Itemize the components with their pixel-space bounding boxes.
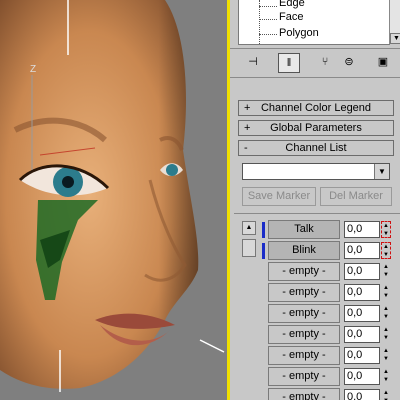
- channel-name-button[interactable]: - empty -: [268, 304, 340, 323]
- pin-icon[interactable]: ⊣: [242, 53, 264, 73]
- tree-connector: [259, 34, 277, 35]
- spinner-down-icon[interactable]: ▼: [381, 292, 391, 300]
- spinner-down-icon[interactable]: ▼: [381, 271, 391, 279]
- expand-icon: +: [244, 102, 251, 114]
- scroll-down-icon[interactable]: ▼: [390, 33, 400, 44]
- channel-row: - empty -0,0▲▼: [260, 367, 400, 387]
- spinner-down-icon[interactable]: ▼: [382, 230, 390, 238]
- rollout-channel-color-legend[interactable]: + Channel Color Legend: [238, 100, 394, 116]
- tree-item-face[interactable]: Face: [279, 11, 303, 23]
- z-axis-label: Z: [30, 64, 37, 75]
- utility-icon[interactable]: ⊜: [338, 53, 360, 73]
- channel-value-field[interactable]: 0,0: [344, 326, 380, 343]
- spinner-up-icon[interactable]: ▲: [381, 368, 391, 376]
- chevron-down-icon[interactable]: ▼: [374, 164, 389, 179]
- channel-spinner[interactable]: ▲▼: [381, 326, 391, 343]
- channel-row: - empty -0,0▲▼: [260, 262, 400, 282]
- channel-active-marker: [262, 222, 265, 238]
- divider: [234, 213, 400, 214]
- channel-spinner[interactable]: ▲▼: [381, 221, 391, 238]
- spinner-up-icon[interactable]: ▲: [382, 222, 390, 230]
- spinner-down-icon[interactable]: ▼: [381, 313, 391, 321]
- channel-value-field[interactable]: 0,0: [344, 284, 380, 301]
- command-panel: Edge Face Polygon ▼ ⊣ ‖ ⑂ ⊜ ▣ + Channel …: [230, 0, 400, 400]
- del-marker-button[interactable]: Del Marker: [320, 187, 392, 206]
- spinner-up-icon[interactable]: ▲: [381, 347, 391, 355]
- channel-spinner[interactable]: ▲▼: [381, 242, 391, 259]
- channel-value-field[interactable]: 0,0: [344, 263, 380, 280]
- channel-value-field[interactable]: 0,0: [344, 347, 380, 364]
- channel-value-field[interactable]: 0,0: [344, 221, 380, 238]
- channel-name-button[interactable]: - empty -: [268, 346, 340, 365]
- channel-row: - empty -0,0▲▼: [260, 283, 400, 303]
- subobject-tree[interactable]: Edge Face Polygon ▼: [238, 0, 400, 45]
- spinner-down-icon[interactable]: ▼: [381, 376, 391, 384]
- scroll-thumb[interactable]: [242, 239, 256, 257]
- channel-spinner[interactable]: ▲▼: [381, 347, 391, 364]
- bars-icon[interactable]: ‖: [278, 53, 300, 73]
- channel-row: - empty -0,0▲▼: [260, 304, 400, 324]
- channel-value-field[interactable]: 0,0: [344, 242, 380, 259]
- face-model-render: [0, 0, 225, 392]
- spinner-up-icon[interactable]: ▲: [381, 305, 391, 313]
- channel-list-scrollbar[interactable]: ▲: [242, 221, 256, 261]
- spinner-up-icon[interactable]: ▲: [381, 263, 391, 271]
- display-icon[interactable]: ▣: [372, 53, 394, 73]
- spinner-up-icon[interactable]: ▲: [381, 284, 391, 292]
- spinner-up-icon[interactable]: ▲: [381, 326, 391, 334]
- rollout-label: Channel Color Legend: [260, 102, 372, 114]
- channel-name-button[interactable]: - empty -: [268, 283, 340, 302]
- tree-connector: [259, 6, 277, 7]
- channel-spinner[interactable]: ▲▼: [381, 305, 391, 322]
- channel-name-button[interactable]: - empty -: [268, 367, 340, 386]
- marker-dropdown[interactable]: ▼: [242, 163, 390, 180]
- channel-row: - empty -0,0▲▼: [260, 346, 400, 366]
- channel-spinner[interactable]: ▲▼: [381, 368, 391, 385]
- channel-value-field[interactable]: 0,0: [344, 305, 380, 322]
- channel-name-button[interactable]: Talk: [268, 220, 340, 239]
- rollout-global-parameters[interactable]: + Global Parameters: [238, 120, 394, 136]
- collapse-icon: -: [244, 142, 248, 154]
- tree-item-edge[interactable]: Edge: [279, 0, 305, 9]
- command-panel-tabs: ⊣ ‖ ⑂ ⊜ ▣: [230, 48, 400, 78]
- channel-spinner[interactable]: ▲▼: [381, 284, 391, 301]
- channel-name-button[interactable]: Blink: [268, 241, 340, 260]
- rollout-label: Channel List: [285, 142, 347, 154]
- viewport[interactable]: Z: [0, 0, 229, 400]
- channel-row: Blink 0,0 ▲ ▼: [260, 241, 400, 261]
- expand-icon: +: [244, 122, 251, 134]
- channel-row: - empty - 0,0▲▼: [260, 388, 400, 400]
- channel-name-button[interactable]: - empty -: [268, 262, 340, 281]
- rollout-label: Global Parameters: [270, 122, 362, 134]
- channel-value-field[interactable]: 0,0: [344, 368, 380, 385]
- rollout-channel-list[interactable]: - Channel List: [238, 140, 394, 156]
- spinner-down-icon[interactable]: ▼: [381, 334, 391, 342]
- spinner-down-icon[interactable]: ▼: [382, 251, 390, 259]
- channel-value-field[interactable]: 0,0: [344, 389, 380, 400]
- spinner-up-icon[interactable]: ▲: [382, 243, 390, 251]
- fork-icon[interactable]: ⑂: [314, 53, 336, 73]
- channel-active-marker: [262, 243, 265, 259]
- channel-spinner[interactable]: ▲▼: [381, 263, 391, 280]
- scroll-up-icon[interactable]: ▲: [242, 221, 256, 235]
- spinner-down-icon[interactable]: ▼: [381, 355, 391, 363]
- channel-row: Talk 0,0 ▲ ▼: [260, 220, 400, 240]
- channel-row: - empty -0,0▲▼: [260, 325, 400, 345]
- spinner-up-icon[interactable]: ▲: [381, 389, 391, 397]
- channel-spinner[interactable]: ▲▼: [381, 389, 391, 400]
- channel-name-button[interactable]: - empty -: [268, 388, 340, 400]
- save-marker-button[interactable]: Save Marker: [242, 187, 316, 206]
- tree-connector: [259, 19, 277, 20]
- channel-name-button[interactable]: - empty -: [268, 325, 340, 344]
- tree-scrollbar[interactable]: ▼: [389, 0, 400, 44]
- tree-item-polygon[interactable]: Polygon: [279, 27, 319, 39]
